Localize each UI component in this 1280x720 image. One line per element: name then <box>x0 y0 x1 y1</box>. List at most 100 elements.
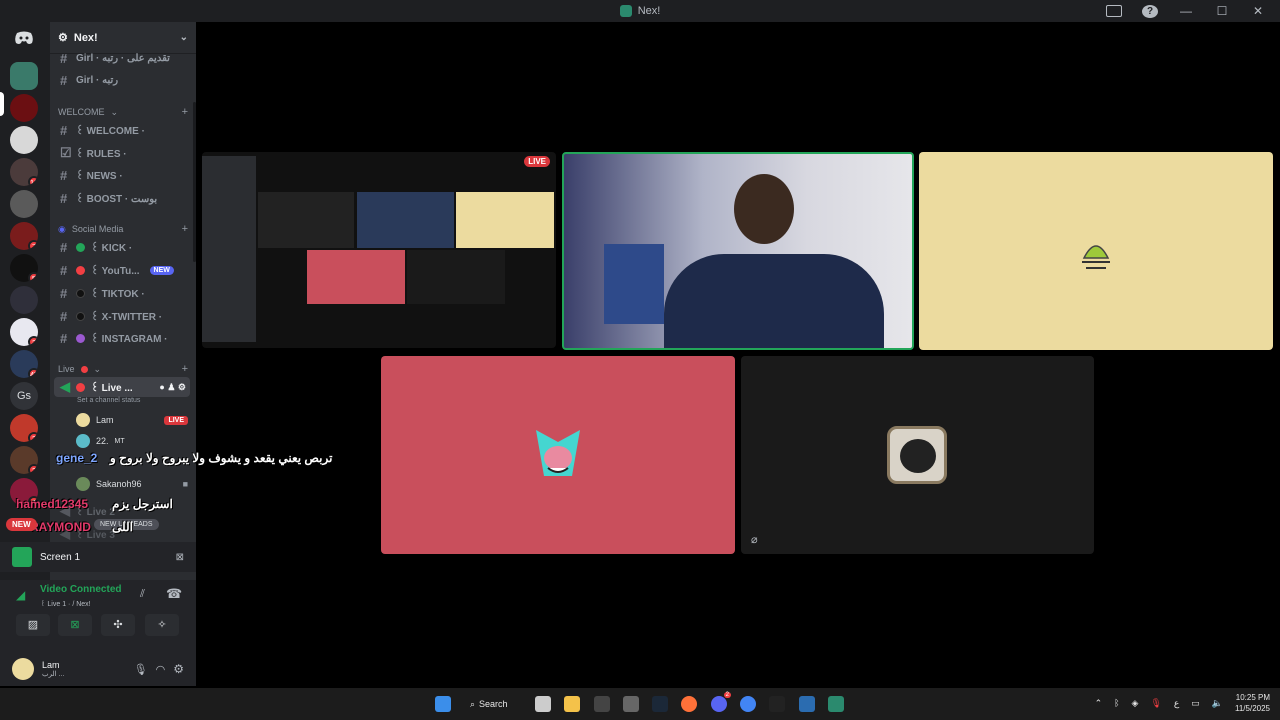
category-welcome[interactable]: WELCOME ⌄ + <box>58 106 188 118</box>
monitor-icon[interactable]: ▭ <box>1191 698 1200 709</box>
screen-share-tile[interactable]: LIVE <box>202 152 556 348</box>
app-icon-blue[interactable] <box>799 696 815 712</box>
member-lam[interactable]: Lam LIVE <box>76 410 188 430</box>
hash-icon: # <box>60 167 68 183</box>
channel-instagram[interactable]: # ꒰ INSTAGRAM · <box>54 328 190 348</box>
webcam-tile[interactable] <box>562 152 914 350</box>
discord-home-icon[interactable] <box>14 31 34 45</box>
channel-girl-rank[interactable]: # Girl · رتبه <box>54 70 190 90</box>
signal-icon: ◢ <box>16 588 26 602</box>
server-icon-7[interactable]: 5 <box>10 254 38 282</box>
stop-share-icon[interactable]: ⊠ <box>176 552 184 563</box>
server-icon-10[interactable]: 45 <box>10 350 38 378</box>
server-icon-5[interactable] <box>10 190 38 218</box>
nested-screen <box>258 192 354 248</box>
nex-app-icon[interactable] <box>828 696 844 712</box>
channel-welcome[interactable]: # ꒰ WELCOME · <box>54 120 190 140</box>
chevron-down-icon: ⌄ <box>93 363 102 374</box>
category-live[interactable]: Live ⌄ + <box>58 363 188 375</box>
channel-girl-apply[interactable]: # Girl · تقديم على · رتبه <box>54 48 190 68</box>
server-icon-3[interactable] <box>10 126 38 154</box>
mic-tray-icon[interactable]: 🎙 <box>1150 698 1161 709</box>
chevron-up-icon[interactable]: ⌃ <box>1095 698 1103 709</box>
category-social-media[interactable]: ◉ Social Media + <box>58 223 188 235</box>
clock[interactable]: 10:25 PM 11/5/2025 <box>1235 692 1270 714</box>
headphones-icon[interactable]: ◠ <box>156 663 166 676</box>
chrome-icon[interactable] <box>740 696 756 712</box>
camera-off-button[interactable]: ▨ <box>16 614 50 636</box>
steam-icon[interactable] <box>652 696 668 712</box>
avatar[interactable] <box>12 658 34 680</box>
disconnect-icon[interactable]: ☎ <box>166 586 182 602</box>
minimize-button[interactable]: — <box>1178 4 1194 18</box>
help-icon[interactable]: ? <box>1142 4 1158 18</box>
hash-icon: # <box>60 239 68 255</box>
channel-rules[interactable]: ☑ ꒰ RULES · <box>54 143 190 163</box>
windows-start-icon[interactable] <box>435 696 451 712</box>
user-status: الرب ... <box>42 671 65 678</box>
soundboard-button[interactable]: ✧ <box>145 614 179 636</box>
server-icon-4[interactable]: 16 <box>10 158 38 186</box>
channel-x-twitter[interactable]: # ꒰ X-TWITTER · <box>54 306 190 326</box>
pink-avatar-tile[interactable] <box>381 356 735 554</box>
member-22[interactable]: 22. MT <box>76 431 188 451</box>
next-app-icon[interactable] <box>769 696 785 712</box>
server-icon-gs[interactable]: Gs <box>10 382 38 410</box>
firefox-icon[interactable] <box>681 696 697 712</box>
screen-share-label: Screen 1 <box>40 551 81 563</box>
chat-icon[interactable]: ● ♟ ⚙ <box>159 382 190 393</box>
share-screen-button[interactable]: ⊠ <box>58 614 92 636</box>
screen-share-panel[interactable]: Screen 1 ⊠ <box>0 542 196 572</box>
add-channel-icon[interactable]: + <box>182 223 188 235</box>
taskbar-search[interactable]: ⌕ Search <box>470 696 508 712</box>
nested-pink-tile <box>307 250 405 304</box>
discord-badge: 2 <box>723 692 731 698</box>
server-icon-nex[interactable] <box>10 62 38 90</box>
dark-avatar-tile[interactable]: ⌀ <box>741 356 1094 554</box>
unity-icon[interactable] <box>623 696 639 712</box>
clock-time: 10:25 PM <box>1235 693 1270 702</box>
channel-tiktok[interactable]: # ꒰ TIKTOK · <box>54 283 190 303</box>
server-icon-6[interactable]: 7 <box>10 222 38 250</box>
channel-youtube[interactable]: # ꒰ YouTu... NEW <box>54 260 190 280</box>
cream-avatar-tile[interactable] <box>919 152 1273 350</box>
channel-boost[interactable]: # ꒰ BOOST · بوست <box>54 188 190 208</box>
server-icon-9[interactable]: 2 <box>10 318 38 346</box>
server-icon-2[interactable] <box>10 94 38 122</box>
channel-kick[interactable]: # ꒰ KICK · <box>54 237 190 257</box>
instagram-icon <box>76 333 85 343</box>
settings-gear-icon[interactable]: ⚙ <box>173 662 184 676</box>
noise-suppression-icon[interactable]: ⫽ <box>140 588 145 601</box>
activities-button[interactable]: ✣ <box>101 614 135 636</box>
category-label: WELCOME <box>58 107 105 117</box>
close-button[interactable]: ✕ <box>1250 4 1266 18</box>
sidebar-scrollbar[interactable] <box>193 102 196 262</box>
add-channel-icon[interactable]: + <box>182 363 188 375</box>
volume-icon[interactable]: 🔈 <box>1212 698 1223 709</box>
hash-icon: # <box>60 122 68 138</box>
discord-taskbar-icon[interactable]: 2 <box>711 692 731 712</box>
maximize-button[interactable]: ☐ <box>1214 4 1230 18</box>
voice-channel-live-1[interactable]: ◀ ꒰ Live ... ● ♟ ⚙ <box>54 377 190 397</box>
calendar-app-icon[interactable] <box>535 696 551 712</box>
file-explorer-icon[interactable] <box>564 696 580 712</box>
speaker-icon: ◀ <box>60 379 70 394</box>
server-icon-13[interactable]: 2 <box>10 446 38 474</box>
channel-news[interactable]: # ꒰ NEWS · <box>54 165 190 185</box>
language-indicator[interactable]: ع <box>1174 698 1179 709</box>
system-tray: ⌃ ᛒ ◈ 🎙 ع ▭ 🔈 10:25 PM 11/5/2025 <box>1095 692 1270 714</box>
bluetooth-icon[interactable]: ᛒ <box>1114 698 1119 708</box>
microphone-icon[interactable]: 🎙 <box>134 663 148 676</box>
window-title-text: Nex! <box>637 5 661 17</box>
channel-status-hint[interactable]: Set a channel status <box>77 397 140 404</box>
network-app-icon[interactable]: ◈ <box>1132 698 1139 709</box>
epic-games-icon[interactable] <box>594 696 610 712</box>
overlay-message-1: تربص يعني يقعد و يشوف ولا يبروح ولا بروح… <box>110 451 333 465</box>
nested-webcam <box>357 192 454 248</box>
server-icon-8[interactable] <box>10 286 38 314</box>
inbox-icon[interactable] <box>1106 5 1122 17</box>
member-sakanoh[interactable]: Sakanoh96 ■ <box>76 474 188 494</box>
voice-channel-name[interactable]: ꒰ Live 1 · / Nex! <box>40 598 91 608</box>
add-channel-icon[interactable]: + <box>182 106 188 118</box>
server-icon-12[interactable]: 2 <box>10 414 38 442</box>
